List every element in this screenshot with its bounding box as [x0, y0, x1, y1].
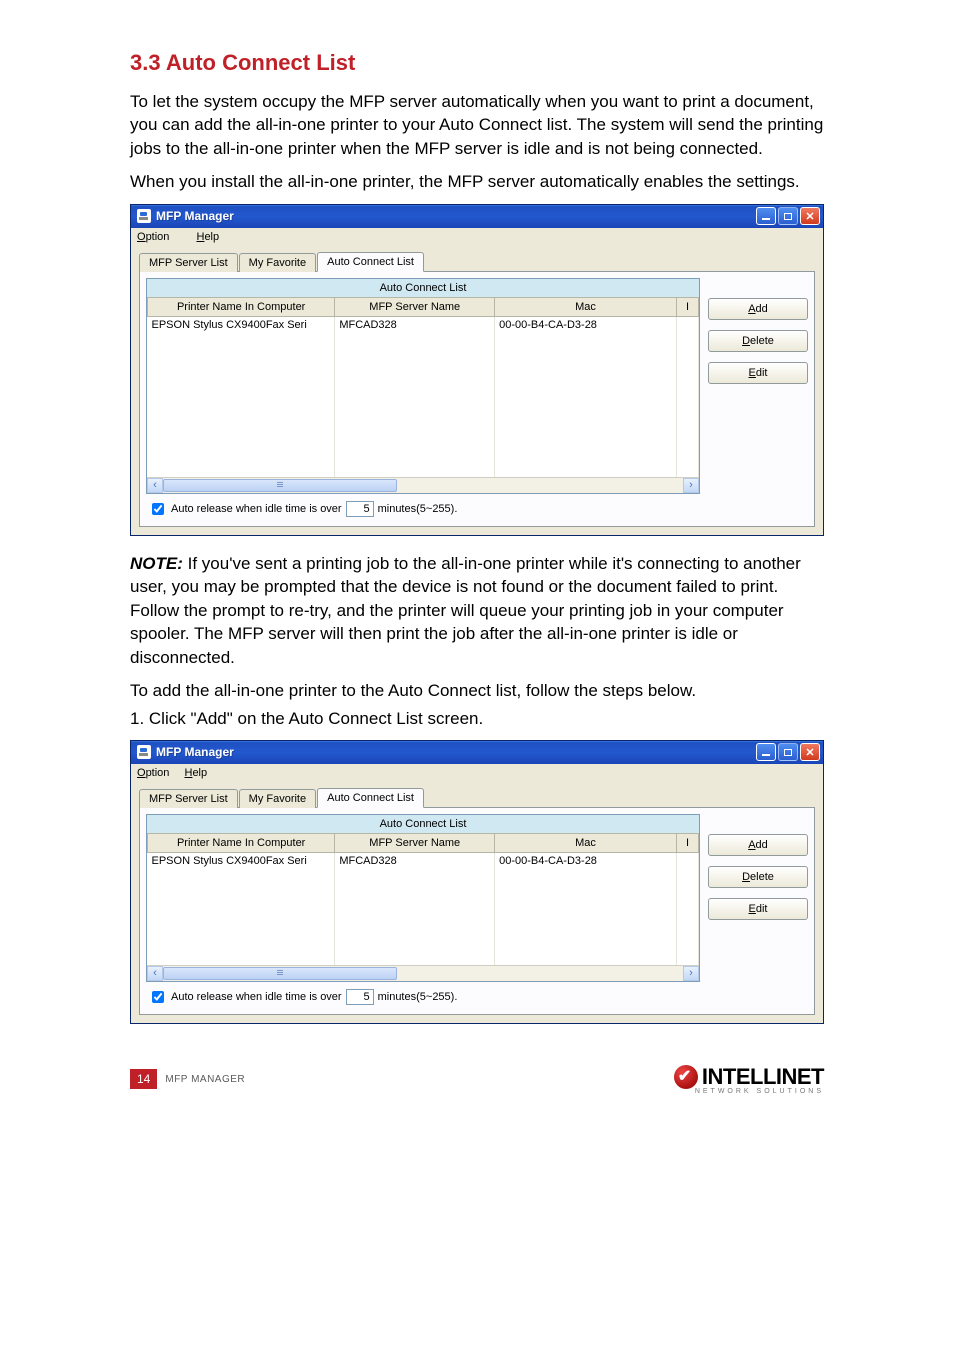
- auto-connect-table: Printer Name In Computer MFP Server Name…: [147, 833, 699, 965]
- paragraph-add-instruction: To add the all-in-one printer to the Aut…: [130, 679, 824, 702]
- brand-logo: INTELLINET NETWORK SOLUTIONS: [674, 1064, 824, 1095]
- col-mac[interactable]: Mac: [495, 297, 677, 316]
- add-button[interactable]: Add: [708, 834, 808, 856]
- auto-release-checkbox[interactable]: [152, 503, 164, 515]
- col-server-name[interactable]: MFP Server Name: [335, 833, 495, 852]
- add-button[interactable]: Add: [708, 298, 808, 320]
- auto-release-label: Auto release when idle time is over: [171, 991, 342, 1003]
- tabstrip: MFP Server List My Favorite Auto Connect…: [139, 252, 815, 272]
- auto-release-checkbox[interactable]: [152, 991, 164, 1003]
- note-label: NOTE:: [130, 554, 183, 573]
- menubar: Option Help: [131, 764, 823, 782]
- col-mac[interactable]: Mac: [495, 833, 677, 852]
- minimize-button[interactable]: [756, 743, 776, 761]
- close-button[interactable]: ✕: [800, 743, 820, 761]
- scroll-thumb[interactable]: [163, 967, 397, 980]
- page-number: 14: [130, 1069, 157, 1089]
- page-footer: 14 MFP MANAGER INTELLINET NETWORK SOLUTI…: [130, 1064, 824, 1095]
- menubar: Option Help: [131, 228, 823, 246]
- col-printer-name[interactable]: Printer Name In Computer: [148, 833, 335, 852]
- titlebar[interactable]: MFP Manager ✕: [131, 741, 823, 764]
- note-text: If you've sent a printing job to the all…: [130, 554, 801, 667]
- app-icon: [137, 745, 151, 759]
- edit-button[interactable]: Edit: [708, 362, 808, 384]
- auto-connect-table: Printer Name In Computer MFP Server Name…: [147, 297, 699, 477]
- scroll-thumb[interactable]: [163, 479, 397, 492]
- mfp-manager-window-2: MFP Manager ✕ Option Help MFP Server Lis…: [130, 740, 824, 1024]
- scroll-left-button[interactable]: ‹: [147, 478, 163, 493]
- list-title: Auto Connect List: [146, 814, 700, 833]
- maximize-button[interactable]: [778, 743, 798, 761]
- delete-button[interactable]: Delete: [708, 866, 808, 888]
- auto-release-suffix: minutes(5~255).: [378, 503, 458, 515]
- list-title: Auto Connect List: [146, 278, 700, 297]
- cell-server: MFCAD328: [335, 852, 495, 869]
- col-ip[interactable]: I: [676, 833, 698, 852]
- auto-release-label: Auto release when idle time is over: [171, 503, 342, 515]
- paragraph-intro-1: To let the system occupy the MFP server …: [130, 90, 824, 160]
- note-paragraph: NOTE: If you've sent a printing job to t…: [130, 552, 824, 669]
- mfp-manager-window-1: MFP Manager ✕ Option Help MFP Server Lis…: [130, 204, 824, 536]
- menu-help[interactable]: Help: [184, 767, 207, 779]
- tab-auto-connect-list[interactable]: Auto Connect List: [317, 788, 424, 808]
- cell-printer: EPSON Stylus CX9400Fax Seri: [148, 852, 335, 869]
- close-button[interactable]: ✕: [800, 207, 820, 225]
- scroll-left-button[interactable]: ‹: [147, 966, 163, 981]
- table-row[interactable]: EPSON Stylus CX9400Fax Seri MFCAD328 00-…: [148, 316, 699, 333]
- footer-section-label: MFP MANAGER: [165, 1074, 245, 1085]
- maximize-button[interactable]: [778, 207, 798, 225]
- menu-help[interactable]: Help: [196, 231, 219, 243]
- paragraph-intro-2: When you install the all-in-one printer,…: [130, 170, 824, 193]
- cell-printer: EPSON Stylus CX9400Fax Seri: [148, 316, 335, 333]
- col-printer-name[interactable]: Printer Name In Computer: [148, 297, 335, 316]
- table-row[interactable]: EPSON Stylus CX9400Fax Seri MFCAD328 00-…: [148, 852, 699, 869]
- auto-release-suffix: minutes(5~255).: [378, 991, 458, 1003]
- step-1: 1. Click "Add" on the Auto Connect List …: [130, 707, 824, 730]
- scroll-right-button[interactable]: ›: [683, 966, 699, 981]
- idle-minutes-input[interactable]: [346, 501, 374, 517]
- menu-option[interactable]: Option: [137, 231, 181, 243]
- edit-button[interactable]: Edit: [708, 898, 808, 920]
- window-title: MFP Manager: [156, 745, 756, 759]
- minimize-button[interactable]: [756, 207, 776, 225]
- scroll-right-button[interactable]: ›: [683, 478, 699, 493]
- idle-minutes-input[interactable]: [346, 989, 374, 1005]
- brand-name: INTELLINET: [702, 1064, 824, 1090]
- tab-my-favorite[interactable]: My Favorite: [239, 789, 316, 808]
- delete-button[interactable]: Delete: [708, 330, 808, 352]
- tab-my-favorite[interactable]: My Favorite: [239, 253, 316, 272]
- menu-option[interactable]: Option: [137, 767, 169, 779]
- cell-mac: 00-00-B4-CA-D3-28: [495, 852, 677, 869]
- col-server-name[interactable]: MFP Server Name: [335, 297, 495, 316]
- tab-auto-connect-list[interactable]: Auto Connect List: [317, 252, 424, 272]
- window-title: MFP Manager: [156, 209, 756, 223]
- checkmark-icon: [674, 1065, 698, 1089]
- horizontal-scrollbar[interactable]: ‹ ›: [147, 477, 699, 493]
- col-ip[interactable]: I: [676, 297, 698, 316]
- tab-mfp-server-list[interactable]: MFP Server List: [139, 789, 238, 808]
- brand-tagline: NETWORK SOLUTIONS: [695, 1088, 824, 1095]
- tab-mfp-server-list[interactable]: MFP Server List: [139, 253, 238, 272]
- section-heading: 3.3 Auto Connect List: [130, 50, 824, 76]
- cell-mac: 00-00-B4-CA-D3-28: [495, 316, 677, 333]
- titlebar[interactable]: MFP Manager ✕: [131, 205, 823, 228]
- app-icon: [137, 209, 151, 223]
- cell-server: MFCAD328: [335, 316, 495, 333]
- horizontal-scrollbar[interactable]: ‹ ›: [147, 965, 699, 981]
